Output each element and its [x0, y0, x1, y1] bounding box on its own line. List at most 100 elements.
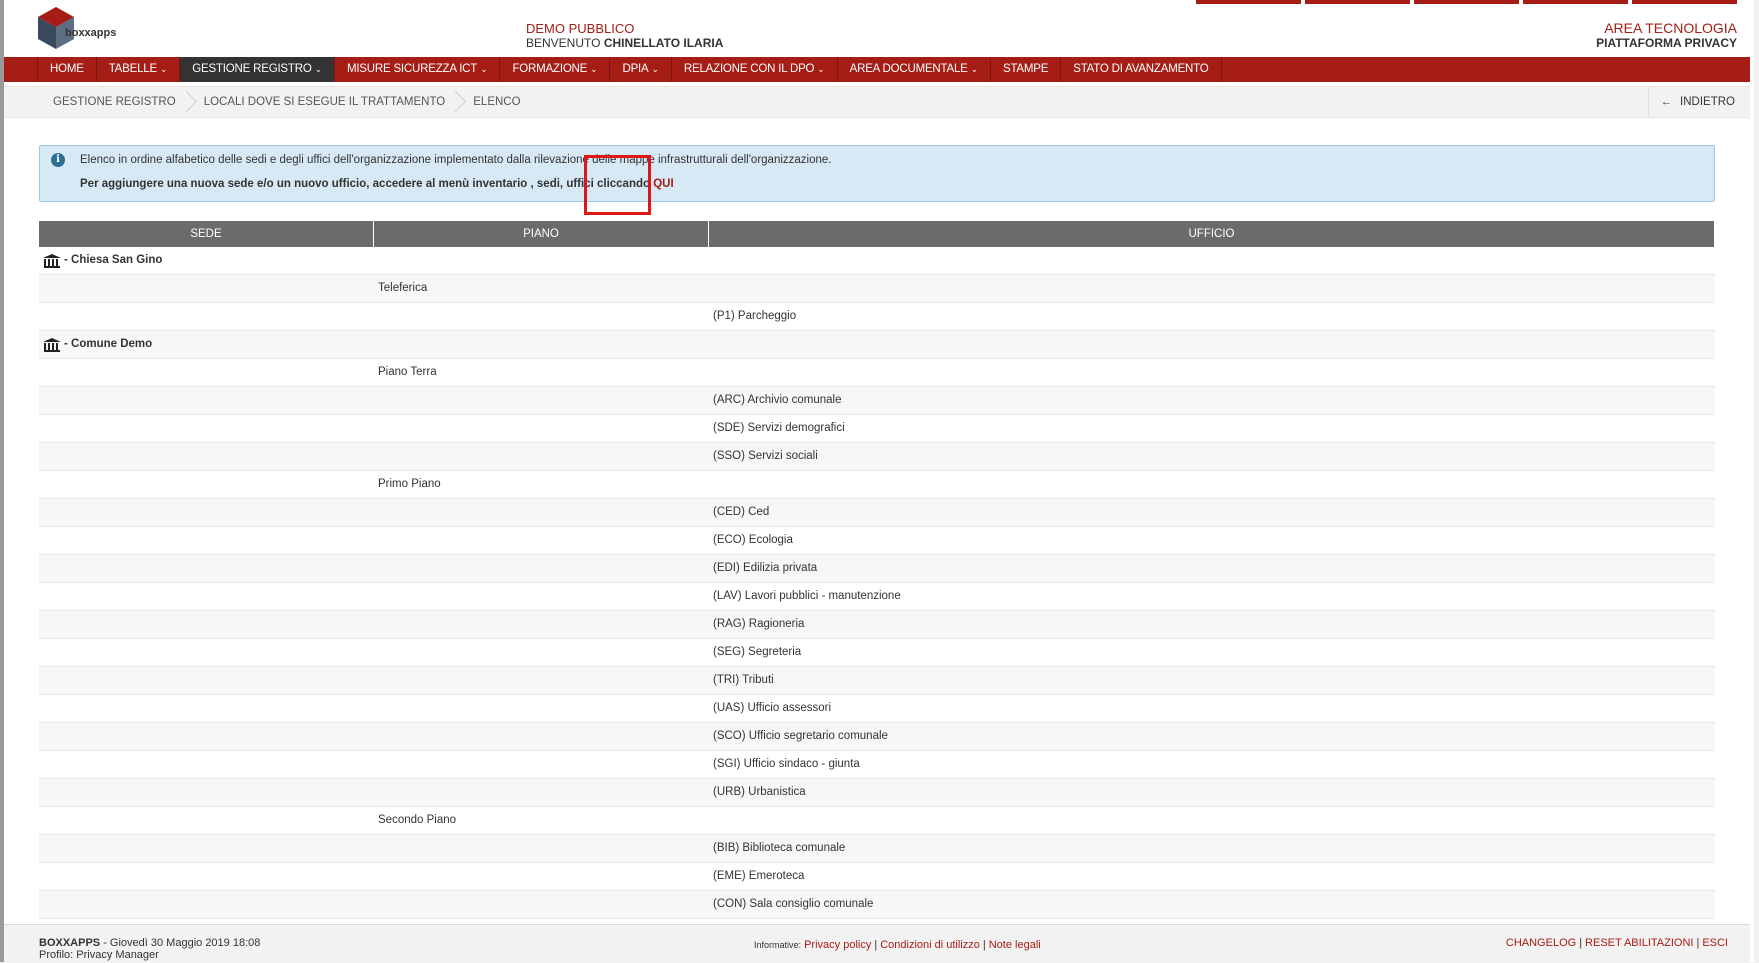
- building-icon: [43, 253, 61, 268]
- terms-link[interactable]: Condizioni di utilizzo: [880, 939, 980, 951]
- cell-ufficio: [709, 275, 1715, 302]
- chevron-down-icon: ⌄: [480, 64, 488, 74]
- table-row: (ARC) Archivio comunale: [39, 387, 1715, 415]
- alert-line-1: Elenco in ordine alfabetico delle sedi e…: [80, 154, 832, 166]
- back-button[interactable]: ← INDIETRO: [1647, 87, 1735, 117]
- breadcrumb-item[interactable]: LOCALI DOVE SI ESEGUE IL TRATTAMENTO: [190, 87, 460, 117]
- cell-ufficio: (SGI) Ufficio sindaco - giunta: [713, 758, 860, 770]
- cell-ufficio: (BIB) Biblioteca comunale: [713, 842, 846, 854]
- changelog-link[interactable]: CHANGELOG: [1506, 937, 1576, 949]
- table-row: (ECO) Ecologia: [39, 527, 1715, 555]
- cell-ufficio: (EDI) Edilizia privata: [713, 562, 818, 574]
- qui-link[interactable]: QUI: [653, 178, 673, 190]
- cell-ufficio: [709, 471, 1715, 498]
- user-name: CHINELLATO ILARIA: [603, 36, 724, 50]
- nav-item-area-documentale[interactable]: AREA DOCUMENTALE ⌄: [838, 57, 991, 82]
- table-row: - Comune Demo: [39, 331, 1715, 359]
- nav-item-home[interactable]: HOME: [37, 57, 97, 82]
- table-row: (EME) Emeroteca: [39, 863, 1715, 891]
- cell-piano: Teleferica: [378, 282, 428, 294]
- cell-sede: [39, 667, 374, 694]
- cell-ufficio: (CED) Ced: [713, 506, 770, 518]
- cell-ufficio: (ECO) Ecologia: [713, 534, 793, 546]
- chevron-down-icon: ⌄: [817, 64, 825, 74]
- logout-link[interactable]: ESCI: [1702, 937, 1728, 949]
- cell-piano: [374, 751, 709, 778]
- privacy-policy-link[interactable]: Privacy policy: [804, 939, 871, 951]
- cell-sede: [39, 303, 374, 330]
- cell-piano: [374, 443, 709, 470]
- legal-notes-link[interactable]: Note legali: [989, 939, 1041, 951]
- nav-item-misure-sicurezza-ict[interactable]: MISURE SICUREZZA ICT ⌄: [335, 57, 501, 82]
- info-icon: i: [51, 153, 65, 167]
- cell-sede: [39, 863, 374, 890]
- cell-sede: - Chiesa San Gino: [39, 247, 374, 274]
- table-row: (EDI) Edilizia privata: [39, 555, 1715, 583]
- main-nav: HOME TABELLE ⌄ GESTIONE REGISTRO ⌄ MISURE SIC…: [4, 57, 1750, 82]
- cell-sede: [39, 415, 374, 442]
- welcome-text: BENVENUTO CHINELLATO ILARIA: [526, 36, 724, 50]
- platform-title: PIATTAFORMA PRIVACY: [1596, 36, 1737, 50]
- cell-piano: [374, 695, 709, 722]
- cell-sede: [39, 779, 374, 806]
- table-header: SEDE PIANO UFFICIO: [39, 221, 1715, 247]
- table-row: (CED) Ced: [39, 499, 1715, 527]
- footer-center: Informative: Privacy policy | Condizioni d…: [754, 939, 1041, 951]
- cell-sede: [39, 891, 374, 918]
- area-title: AREA TECNOLOGIA: [1604, 20, 1737, 36]
- footer: BOXXAPPS - Giovedì 30 Maggio 2019 18:08 …: [4, 924, 1750, 963]
- cell-piano: Secondo Piano: [378, 814, 457, 826]
- table-row: (P1) Parcheggio: [39, 303, 1715, 331]
- arrow-left-icon: ←: [1660, 96, 1673, 108]
- reset-permissions-link[interactable]: RESET ABILITAZIONI: [1585, 937, 1693, 949]
- table-row: Primo Piano: [39, 471, 1715, 499]
- cell-ufficio: (ARC) Archivio comunale: [713, 394, 842, 406]
- breadcrumb-item[interactable]: GESTIONE REGISTRO: [39, 87, 190, 117]
- footer-app: BOXXAPPS: [39, 937, 101, 949]
- chevron-down-icon: ⌄: [651, 64, 660, 74]
- cell-piano: [374, 891, 709, 918]
- table-row: (SEG) Segreteria: [39, 639, 1715, 667]
- cell-ufficio: (TRI) Tributi: [713, 674, 774, 686]
- highlight-box: [584, 155, 651, 215]
- cell-ufficio: [709, 331, 1715, 358]
- nav-item-relazione-con-il-dpo[interactable]: RELAZIONE CON IL DPO ⌄: [672, 57, 838, 82]
- cell-ufficio: (EME) Emeroteca: [713, 870, 805, 882]
- table-body: - Chiesa San Gino Teleferica (P1) Parchegg…: [39, 247, 1715, 919]
- nav-item-tabelle[interactable]: TABELLE ⌄: [97, 57, 181, 82]
- nav-item-stampe[interactable]: STAMPE: [991, 57, 1062, 82]
- cell-ufficio: [709, 359, 1715, 386]
- cell-ufficio: (SEG) Segreteria: [713, 646, 802, 658]
- footer-right: CHANGELOG | RESET ABILITAZIONI | ESCI: [1505, 937, 1728, 949]
- info-alert: i Elenco in ordine alfabetico delle sedi…: [39, 145, 1715, 202]
- col-header-sede[interactable]: SEDE: [39, 221, 374, 247]
- table-row: (SCO) Ufficio segretario comunale: [39, 723, 1715, 751]
- cell-sede: [39, 835, 374, 862]
- nav-item-gestione-registro[interactable]: GESTIONE REGISTRO ⌄: [180, 57, 335, 82]
- cell-sede: [39, 527, 374, 554]
- cell-piano: [374, 639, 709, 666]
- cell-sede: - Comune Demo: [39, 331, 374, 358]
- nav-item-formazione[interactable]: FORMAZIONE ⌄: [500, 57, 611, 82]
- cell-ufficio: (UAS) Ufficio assessori: [713, 702, 832, 714]
- table-row: (BIB) Biblioteca comunale: [39, 835, 1715, 863]
- col-header-ufficio[interactable]: UFFICIO: [709, 221, 1715, 247]
- table-row: (CON) Sala consiglio comunale: [39, 891, 1715, 919]
- cell-piano: [374, 555, 709, 582]
- col-header-piano[interactable]: PIANO: [374, 221, 709, 247]
- logo[interactable]: boxxapps: [36, 5, 116, 55]
- nav-item-stato-di-avanzamento[interactable]: STATO DI AVANZAMENTO: [1061, 57, 1222, 82]
- table-row: - Chiesa San Gino: [39, 247, 1715, 275]
- cell-sede: [39, 359, 374, 386]
- footer-date: - Giovedì 30 Maggio 2019 18:08: [103, 937, 261, 949]
- cell-piano: Piano Terra: [378, 366, 437, 378]
- ente-name: DEMO PUBBLICO: [526, 21, 635, 36]
- table-row: Secondo Piano: [39, 807, 1715, 835]
- table-row: Teleferica: [39, 275, 1715, 303]
- nav-item-dpia[interactable]: DPIA ⌄: [610, 57, 672, 82]
- cell-piano: [374, 247, 709, 274]
- cell-piano: [374, 835, 709, 862]
- table-row: (URB) Urbanistica: [39, 779, 1715, 807]
- cell-ufficio: [709, 247, 1715, 274]
- chevron-down-icon: ⌄: [970, 64, 979, 74]
